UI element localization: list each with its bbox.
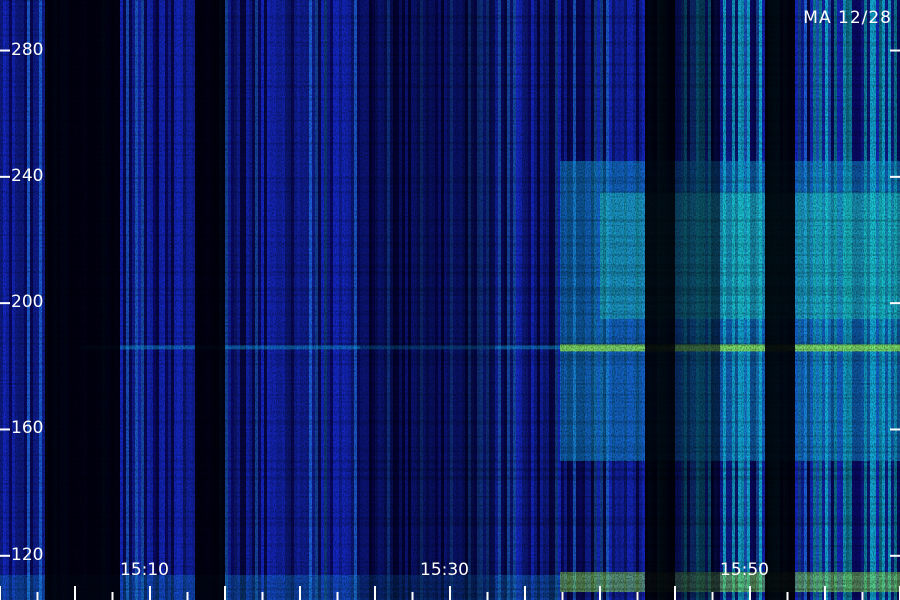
y-tick-label: 200 xyxy=(11,292,44,313)
spectrogram-plot xyxy=(0,0,900,600)
y-tick-label: 240 xyxy=(11,165,44,186)
y-tick-label: 280 xyxy=(11,39,44,60)
x-tick-label: 15:50 xyxy=(720,560,769,580)
y-tick-label: 160 xyxy=(11,418,44,439)
x-tick-label: 15:30 xyxy=(420,560,469,580)
x-tick-label: 15:10 xyxy=(120,560,169,580)
y-tick-label: 120 xyxy=(11,544,44,565)
station-label: MA 12/28 xyxy=(803,8,892,28)
horizontal-striation xyxy=(0,0,900,600)
